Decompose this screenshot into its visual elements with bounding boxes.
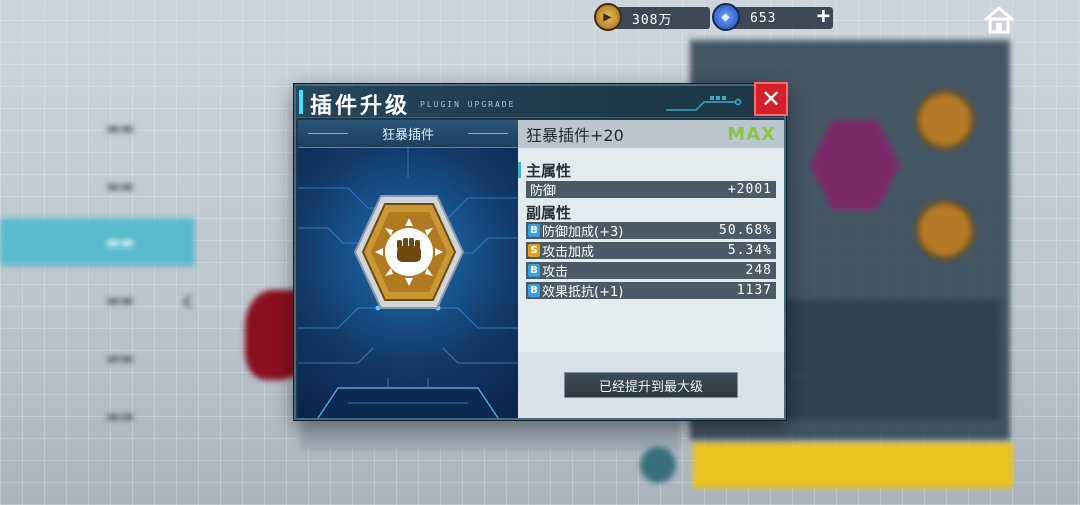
close-button[interactable]: ✕ xyxy=(754,82,788,116)
grade-badge: B xyxy=(528,264,540,277)
attribute-value: 50.68% xyxy=(719,223,772,238)
main-attribute-row: 防御 +2001 xyxy=(526,181,776,199)
attribute-name: 攻击加成 xyxy=(542,245,595,260)
plugin-preview-panel: 狂暴插件 xyxy=(298,120,518,418)
add-gems-button[interactable]: + xyxy=(817,4,831,29)
background-menu-item: ▬▬ xyxy=(105,177,135,195)
background-chevron-left-icon: ‹ xyxy=(180,280,195,321)
dialog-footer: 已经提升到最大级 xyxy=(518,352,784,418)
attribute-value: 5.34% xyxy=(727,243,772,258)
dialog-subtitle: PLUGIN UPGRADE xyxy=(420,100,516,109)
background-confirm-button xyxy=(693,443,1013,488)
attribute-name: 防御加成(+3) xyxy=(542,225,624,240)
attribute-value: 1137 xyxy=(736,283,772,298)
background-bottom-strip xyxy=(300,420,680,450)
attribute-name: 效果抵抗(+1) xyxy=(542,285,624,300)
gold-currency: ▶ 308万 xyxy=(594,3,710,31)
background-menu-item: ▬▬ xyxy=(105,233,135,251)
plugin-header: 狂暴插件+20 MAX xyxy=(518,120,784,148)
attribute-name: 攻击 xyxy=(542,265,569,280)
attribute-name: 防御 xyxy=(530,184,557,199)
section-marker xyxy=(518,162,521,178)
header-circuit-decoration xyxy=(666,96,742,111)
max-level-button[interactable]: 已经提升到最大级 xyxy=(564,372,738,398)
background-menu-item: ▬▬ xyxy=(105,349,135,367)
gem-value: 653 xyxy=(750,10,777,26)
grade-badge: S xyxy=(528,244,540,257)
grade-badge: B xyxy=(528,284,540,297)
coin-icon: ▶ xyxy=(594,3,622,31)
sub-attribute-row: B 攻击 248 xyxy=(526,262,776,280)
background-plugin-slot xyxy=(915,200,975,260)
attribute-value: 248 xyxy=(745,263,772,278)
background-menu-item: ▬▬ xyxy=(105,291,135,309)
attributes-section: 主属性 防御 +2001 副属性 B 防御加成(+3) 50.68% S 攻击加… xyxy=(518,148,784,352)
attribute-value: +2001 xyxy=(727,182,772,197)
plugin-upgrade-dialog: 插件升级 PLUGIN UPGRADE ✕ 狂暴插件 狂暴插件+20 MAX 主… xyxy=(294,82,788,420)
background-menu-item: ▬▬ xyxy=(105,407,135,425)
main-attributes-title: 主属性 xyxy=(526,162,572,180)
close-icon: ✕ xyxy=(760,85,782,113)
header-accent-bar xyxy=(299,90,303,114)
grade-badge: B xyxy=(528,224,540,237)
gem-icon: ◆ xyxy=(712,3,740,31)
dialog-title: 插件升级 xyxy=(310,94,411,119)
sub-attributes-title: 副属性 xyxy=(526,204,572,222)
home-icon[interactable] xyxy=(982,5,1016,35)
plugin-stats-panel: 狂暴插件+20 MAX 主属性 防御 +2001 副属性 B 防御加成(+3) … xyxy=(518,120,784,418)
plugin-name: 狂暴插件+20 xyxy=(526,126,624,145)
sub-attribute-row: B 效果抵抗(+1) 1137 xyxy=(526,282,776,300)
sub-attribute-row: B 防御加成(+3) 50.68% xyxy=(526,222,776,240)
background-plugin-slot xyxy=(915,90,975,150)
fist-plugin-icon xyxy=(353,195,465,309)
background-menu-item: ▬▬ xyxy=(105,119,135,137)
sub-attribute-row: S 攻击加成 5.34% xyxy=(526,242,776,260)
dialog-header: 插件升级 PLUGIN UPGRADE ✕ xyxy=(296,82,788,119)
max-level-badge: MAX xyxy=(727,123,776,145)
gem-currency: ◆ 653 + xyxy=(712,3,833,31)
plugin-category-label: 狂暴插件 xyxy=(298,120,518,148)
background-round-button xyxy=(640,447,676,483)
gold-value: 308万 xyxy=(632,12,673,28)
